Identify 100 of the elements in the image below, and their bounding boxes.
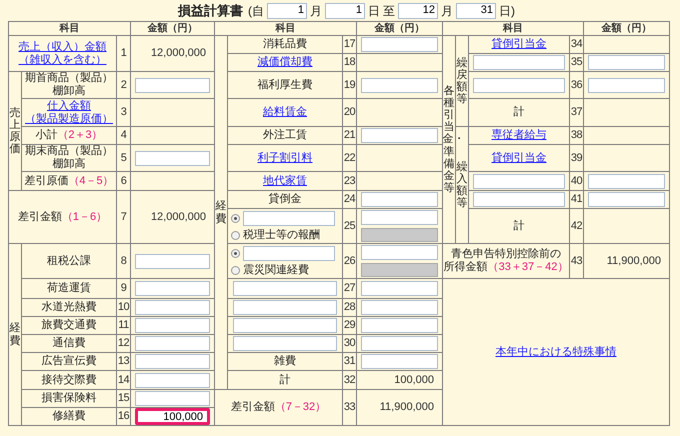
date-field[interactable]: 1	[325, 2, 365, 18]
line-number: 3	[120, 105, 126, 120]
line-number: 5	[120, 150, 126, 166]
subject-label: 接待交際費	[42, 374, 96, 386]
amount-field[interactable]	[135, 336, 210, 351]
amount-field[interactable]	[135, 354, 210, 369]
amount-field[interactable]	[361, 318, 438, 333]
amount-field[interactable]	[588, 78, 665, 92]
subject-link[interactable]: 売上（収入）金額	[18, 40, 106, 54]
subject-field[interactable]	[243, 210, 335, 226]
line-number: 30	[344, 336, 356, 352]
subject-label: 棚卸高	[52, 158, 86, 171]
column-heading: 金額（円）	[602, 22, 652, 36]
amount-field[interactable]	[135, 281, 210, 296]
subject-field[interactable]	[473, 174, 565, 188]
option-label: 震災関連経費	[243, 264, 309, 276]
column-heading: 科目	[503, 22, 523, 36]
amount-field[interactable]	[361, 192, 438, 207]
amount-field[interactable]	[135, 254, 210, 268]
form-title: 損益計算書	[178, 2, 243, 20]
radio-button[interactable]	[231, 248, 240, 258]
line-number: 42	[570, 218, 582, 234]
line-number: 31	[344, 354, 356, 370]
line-number: 23	[344, 174, 356, 189]
amount-field[interactable]	[361, 128, 438, 143]
amount-field[interactable]	[361, 245, 438, 260]
subject-link[interactable]: 仕入金額	[47, 100, 91, 112]
amount-field[interactable]	[135, 372, 210, 388]
subject-field[interactable]	[473, 78, 565, 92]
amount-field[interactable]	[588, 55, 665, 70]
subject-link[interactable]: 地代家賃	[263, 174, 307, 188]
line-number: 41	[570, 192, 582, 208]
amount-value: 12,000,000	[150, 210, 207, 225]
line-number: 4	[120, 128, 126, 144]
category-label: 繰戻額等	[456, 56, 468, 106]
subject-label: 福利厚生費	[258, 78, 312, 90]
subject-link[interactable]: （製品製造原価）	[25, 112, 113, 126]
amount-field[interactable]	[361, 78, 438, 92]
line-number: 25	[344, 218, 356, 234]
radio-button[interactable]	[231, 266, 240, 274]
amount-field[interactable]	[361, 281, 438, 296]
subject-link[interactable]: 給料賃金	[263, 106, 307, 119]
amount-value: 11,900,000	[380, 400, 435, 416]
line-number: 21	[344, 128, 356, 144]
amount-field[interactable]	[135, 150, 210, 166]
subject-label: 通信費	[52, 337, 86, 349]
formula-label: （1－6）	[62, 210, 108, 222]
subject-label: 荷造運賃	[47, 282, 91, 294]
amount-field[interactable]	[361, 37, 438, 52]
line-number: 29	[344, 318, 356, 334]
line-number: 19	[344, 78, 356, 93]
period-label: (自	[248, 2, 264, 20]
subject-link[interactable]: 利子割引料	[258, 152, 312, 164]
subject-label: 所得金額	[444, 261, 488, 274]
formula-label: （7－32）	[274, 401, 326, 413]
amount-field[interactable]	[588, 192, 665, 207]
subject-label: 青色申告特別控除前の	[451, 248, 561, 260]
subject-label: 広告宣伝費	[42, 355, 96, 367]
amount-field[interactable]	[361, 300, 438, 315]
line-number: 36	[570, 78, 582, 93]
date-field[interactable]: 31	[456, 2, 496, 18]
line-number: 7	[120, 210, 126, 225]
line-number: 32	[344, 372, 356, 388]
subject-link[interactable]: 減価償却費	[258, 56, 312, 69]
subject-field[interactable]	[473, 55, 565, 70]
subject-field[interactable]	[473, 192, 565, 207]
line-number: 43	[570, 254, 582, 269]
line-number: 10	[118, 300, 130, 316]
line-number: 28	[344, 300, 356, 316]
amount-field[interactable]	[135, 318, 210, 333]
subject-link[interactable]: 専従者給与	[492, 129, 546, 142]
date-field[interactable]: 1	[267, 2, 307, 18]
subject-field[interactable]	[232, 300, 338, 315]
special-circumstances-link[interactable]: 本年中における特殊事情	[496, 344, 616, 360]
amount-field[interactable]	[135, 391, 210, 406]
amount-field[interactable]	[135, 300, 210, 315]
subject-label: 小計	[35, 129, 58, 141]
amount-field[interactable]	[361, 336, 438, 351]
radio-button[interactable]	[231, 230, 240, 240]
period-label: 日)	[499, 2, 515, 20]
subject-link[interactable]: 貸倒引当金	[492, 152, 546, 164]
subject-field[interactable]	[232, 281, 338, 296]
subject-field[interactable]	[243, 246, 335, 260]
amount-field[interactable]	[135, 78, 210, 92]
date-field[interactable]: 12	[398, 2, 438, 18]
amount-field[interactable]	[588, 174, 665, 188]
subject-link[interactable]: 貸倒引当金	[492, 38, 546, 51]
subject-label: 旅費交通費	[42, 319, 96, 331]
subject-field[interactable]	[232, 318, 338, 333]
line-number: 8	[120, 254, 126, 269]
subject-field[interactable]	[232, 336, 338, 351]
line-number: 38	[570, 128, 582, 144]
subject-label: 外注工賃	[263, 129, 307, 141]
subject-link[interactable]: （雑収入を含む）	[18, 54, 106, 66]
radio-button[interactable]	[231, 214, 240, 222]
amount-field[interactable]	[361, 210, 438, 225]
amount-field[interactable]	[361, 354, 438, 369]
period-label: 日	[368, 2, 380, 20]
subject-label: 差引金額	[230, 401, 275, 413]
line-number: 22	[344, 150, 356, 166]
